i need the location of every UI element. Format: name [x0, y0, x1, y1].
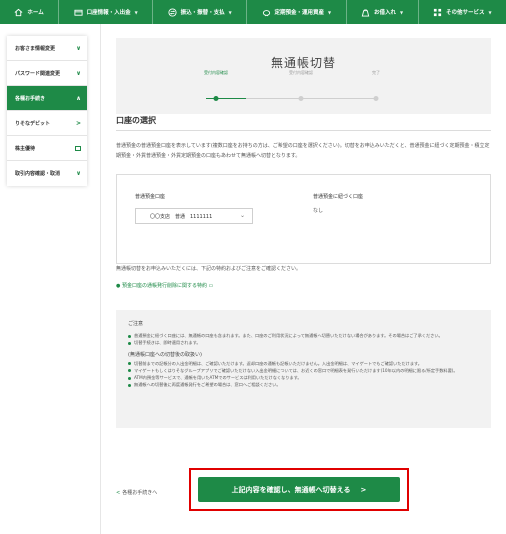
nav-savings[interactable]: 定期預金・運用資産 ▼ — [247, 0, 347, 24]
account-selection-box: 普通預金口座 〇〇支店 普通 1111111 ⌄ 普通預金に紐づく口座 なし — [116, 174, 491, 264]
caution-item: マイゲートもしくはりそなグループアプリでご確認いただけない入出金明細については、… — [128, 367, 481, 374]
nav-label: ホーム — [27, 10, 44, 16]
caution-box: ご注意 普通預金に紐づく口座には、無通帳の口座も含まれます。また、口座のご利用状… — [116, 310, 491, 428]
caution-item: 切替手続きは、即時適用されます。 — [128, 339, 481, 346]
terms-link[interactable]: ● 預金口座の通帳発行削除に関する特約 ▭ — [116, 282, 213, 289]
bag-icon — [361, 8, 370, 17]
sidebar-item-label: 株主優待 — [15, 145, 36, 152]
chevron-down-icon: ∨ — [76, 69, 81, 77]
piggy-icon — [262, 8, 271, 17]
section-description: 普通預金の普通預金口座を表示しています(複数口座をお持ちの方は、ご希望の口座を選… — [116, 143, 490, 159]
chevron-down-icon: ⌄ — [239, 212, 245, 219]
sidebar-item-label: パスワード関連変更 — [15, 70, 61, 77]
caution-subheading: (無通帳口座への切替後の取扱い) — [128, 351, 202, 358]
step-1-label: 受付内容確認 — [204, 70, 228, 75]
page-title: 無通帳切替 — [270, 56, 336, 70]
chevron-down-icon: ▼ — [328, 9, 332, 15]
chevron-right-icon: > — [75, 119, 81, 127]
progress-track — [206, 98, 376, 99]
section-title: 口座の選択 — [116, 116, 156, 125]
chevron-down-icon: ▼ — [488, 9, 492, 15]
chevron-right-icon: > — [360, 485, 367, 494]
account-select-value: 〇〇支店 普通 1111111 — [150, 213, 213, 220]
confirm-button-label: 上記内容を確認し、無通帳へ切替える — [231, 485, 351, 494]
section-divider — [116, 130, 491, 131]
caution-heading: ご注意 — [128, 321, 144, 327]
chevron-down-icon: ∨ — [76, 170, 81, 177]
step-3-dot — [373, 96, 379, 101]
nav-label: 口座情報・入出金 — [86, 10, 131, 16]
external-link-icon: ▭ — [206, 283, 214, 289]
nav-label: 定期預金・運用資産 — [274, 10, 325, 16]
page-header: 無通帳切替 受付内容確認 受付内容確認 完了 — [116, 38, 491, 114]
chevron-left-icon: < — [116, 490, 121, 496]
sidebar-item-debit[interactable]: りそなデビット > — [7, 111, 87, 136]
sidebar-item-password[interactable]: パスワード関連変更 ∨ — [7, 61, 87, 86]
grid-icon — [433, 8, 442, 17]
terms-notice: 無通帳切替をお申込みいただくには、下記の特約およびご注意をご確認ください。 — [116, 266, 302, 272]
nav-loans[interactable]: お借入れ ▼ — [347, 0, 419, 24]
sidebar-item-shareholder[interactable]: 株主優待 — [7, 136, 87, 161]
card-icon — [74, 8, 83, 17]
sidebar-divider — [100, 24, 101, 534]
chevron-down-icon: ▼ — [400, 9, 404, 15]
caution-item: 無通帳への切替後に再度通帳発行をご希望の場合は、窓口へご相談ください。 — [128, 381, 481, 388]
transfer-icon — [168, 7, 177, 17]
account-select[interactable]: 〇〇支店 普通 1111111 ⌄ — [135, 208, 253, 224]
caution-item: ATM内預金等サービスで、通帳を用いたATMでのサービスは利用いただけなくなりま… — [128, 374, 481, 381]
chevron-down-icon: ∨ — [76, 44, 81, 52]
sidebar-item-transactions[interactable]: 取引内容確認・取消 ∨ — [7, 161, 87, 186]
nav-label: 振込・振替・支払 — [180, 10, 225, 16]
home-icon — [14, 8, 23, 17]
external-link-icon — [75, 145, 81, 151]
nav-label: お借入れ — [373, 10, 396, 16]
sidebar-item-customer-info[interactable]: お客さま情報変更 ∨ — [7, 36, 87, 61]
chevron-down-icon: ▼ — [134, 9, 138, 15]
nav-account-info[interactable]: 口座情報・入出金 ▼ — [59, 0, 154, 24]
back-to-procedures-link[interactable]: < 各種お手続きへ — [116, 489, 157, 496]
step-3-label: 完了 — [372, 70, 380, 75]
linked-account-value: なし — [313, 208, 324, 214]
sidebar-menu: お客さま情報変更 ∨ パスワード関連変更 ∨ 各種お手続き ∧ りそなデビット … — [7, 36, 87, 186]
sidebar-item-label: 取引内容確認・取消 — [15, 171, 61, 177]
step-2-label: 受付内容確認 — [289, 70, 313, 75]
chevron-up-icon: ∧ — [76, 94, 81, 102]
caution-item: 切替前までの記帳分の入出金明細は、ご確認いただけます。返却口座の通帳も記帳いただ… — [128, 360, 481, 367]
step-2-dot — [298, 96, 304, 101]
linked-account-label: 普通預金に紐づく口座 — [313, 194, 364, 200]
nav-transfer[interactable]: 振込・振替・支払 ▼ — [153, 0, 248, 24]
highlight-frame: 上記内容を確認し、無通帳へ切替える > — [189, 468, 409, 511]
terms-link-label: 預金口座の通帳発行削除に関する特約 — [121, 283, 207, 289]
step-1-dot — [213, 96, 219, 101]
nav-label: その他サービス — [445, 10, 485, 16]
caution-item: 普通預金に紐づく口座には、無通帳の口座も含まれます。また、口座のご利用状況によっ… — [128, 332, 481, 339]
global-nav: ホーム 口座情報・入出金 ▼ 振込・振替・支払 ▼ 定期預金・運用資産 ▼ お借… — [0, 0, 506, 24]
nav-home[interactable]: ホーム — [0, 0, 60, 24]
sidebar-item-label: お客さま情報変更 — [15, 45, 56, 52]
back-link-label: 各種お手続きへ — [122, 490, 158, 496]
sidebar-item-procedures[interactable]: 各種お手続き ∧ — [7, 86, 87, 111]
progress-fill — [206, 98, 246, 99]
confirm-switch-button[interactable]: 上記内容を確認し、無通帳へ切替える > — [198, 477, 400, 502]
sidebar-item-label: りそなデビット — [15, 120, 51, 127]
nav-other-services[interactable]: その他サービス ▼ — [419, 0, 506, 24]
ordinary-account-label: 普通預金口座 — [135, 194, 166, 200]
sidebar-item-label: 各種お手続き — [15, 95, 46, 102]
chevron-down-icon: ▼ — [228, 9, 232, 15]
